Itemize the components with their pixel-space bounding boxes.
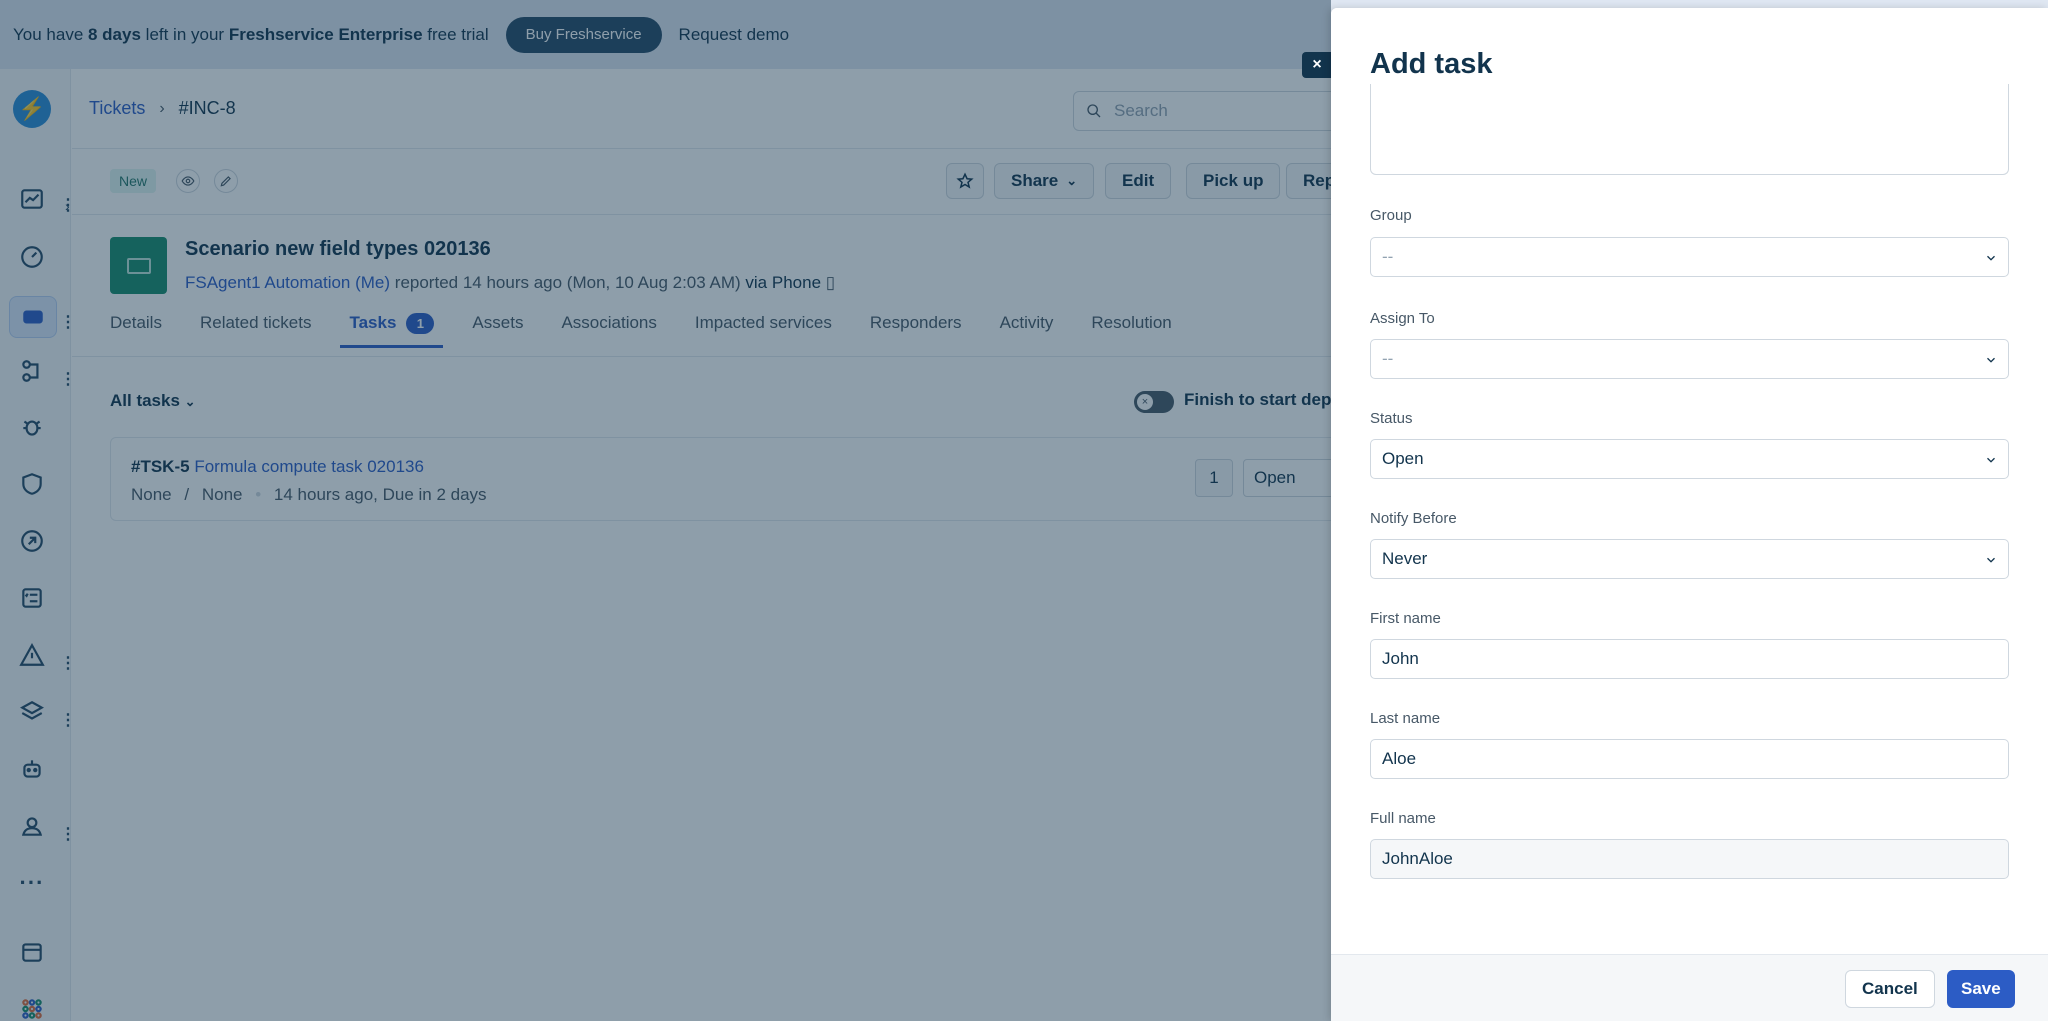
chevron-down-icon xyxy=(1984,552,1998,566)
drawer-title: Add task xyxy=(1370,48,1493,80)
group-select[interactable]: -- xyxy=(1370,237,2009,277)
chevron-down-icon xyxy=(1984,352,1998,366)
notify-before-select[interactable]: Never xyxy=(1370,539,2009,579)
save-button[interactable]: Save xyxy=(1947,970,2015,1008)
group-label: Group xyxy=(1370,207,1412,224)
status-label: Status xyxy=(1370,410,1413,427)
add-task-drawer: Add task Group -- Assign To -- Status Op… xyxy=(1331,8,2048,1021)
chevron-down-icon xyxy=(1984,250,1998,264)
notify-before-label: Notify Before xyxy=(1370,510,1457,527)
full-name-field: JohnAloe xyxy=(1370,839,2009,879)
drawer-footer: Cancel Save xyxy=(1331,954,2048,1021)
status-select[interactable]: Open xyxy=(1370,439,2009,479)
cancel-button[interactable]: Cancel xyxy=(1845,970,1935,1008)
assign-to-label: Assign To xyxy=(1370,310,1435,327)
close-drawer-button[interactable]: × xyxy=(1302,52,1332,78)
last-name-label: Last name xyxy=(1370,710,1441,727)
full-name-label: Full name xyxy=(1370,810,1436,827)
chevron-down-icon xyxy=(1984,452,1998,466)
first-name-label: First name xyxy=(1370,610,1441,627)
assign-to-select[interactable]: -- xyxy=(1370,339,2009,379)
last-name-field[interactable]: Aloe xyxy=(1370,739,2009,779)
first-name-field[interactable]: John xyxy=(1370,639,2009,679)
modal-overlay[interactable] xyxy=(0,0,1331,1021)
